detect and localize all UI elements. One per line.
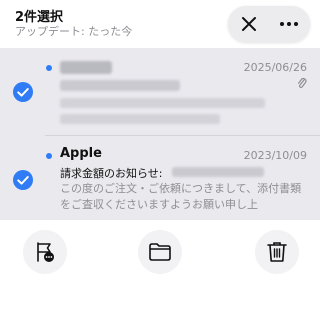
delete-button[interactable] <box>255 230 299 274</box>
preview-redacted <box>60 114 220 124</box>
sender-redacted <box>60 61 112 74</box>
header: 2件選択 アップデート: たった今 <box>0 0 320 46</box>
unread-dot <box>46 153 52 159</box>
header-actions <box>228 6 310 42</box>
preview-redacted <box>60 98 265 108</box>
trash-icon <box>267 242 287 262</box>
paperclip-icon <box>298 77 307 88</box>
subject-redacted <box>60 80 180 91</box>
move-to-folder-button[interactable] <box>138 230 182 274</box>
message-preview: この度のご注文・ご依頼につきまして、添付書類をご査収くださいますようお願い申し上 <box>60 182 302 211</box>
sender-name: Apple <box>60 146 102 161</box>
message-row[interactable]: Apple 2023/10/09 請求金額のお知らせ: この度のご注文・ご依頼に… <box>0 136 320 220</box>
message-date: 2023/10/09 <box>243 149 307 162</box>
subject-redacted <box>172 167 264 177</box>
more-button[interactable] <box>269 6 309 42</box>
message-list: 2025/06/26 Apple 2023/10/09 請求金額のお知らせ: こ… <box>0 48 320 220</box>
close-icon <box>242 17 256 31</box>
flag-button[interactable] <box>23 230 67 274</box>
message-row[interactable]: 2025/06/26 <box>0 48 320 136</box>
bottom-toolbar <box>0 220 320 320</box>
folder-icon <box>149 243 171 261</box>
message-date: 2025/06/26 <box>243 61 307 74</box>
ellipsis-icon <box>280 22 298 26</box>
message-subject: 請求金額のお知らせ: <box>60 167 163 180</box>
flag-more-icon <box>37 242 54 262</box>
unread-dot <box>46 65 52 71</box>
close-button[interactable] <box>229 6 269 42</box>
update-status: アップデート: たった今 <box>15 25 133 38</box>
checkmark-icon[interactable] <box>12 169 34 191</box>
checkmark-icon[interactable] <box>12 81 34 103</box>
